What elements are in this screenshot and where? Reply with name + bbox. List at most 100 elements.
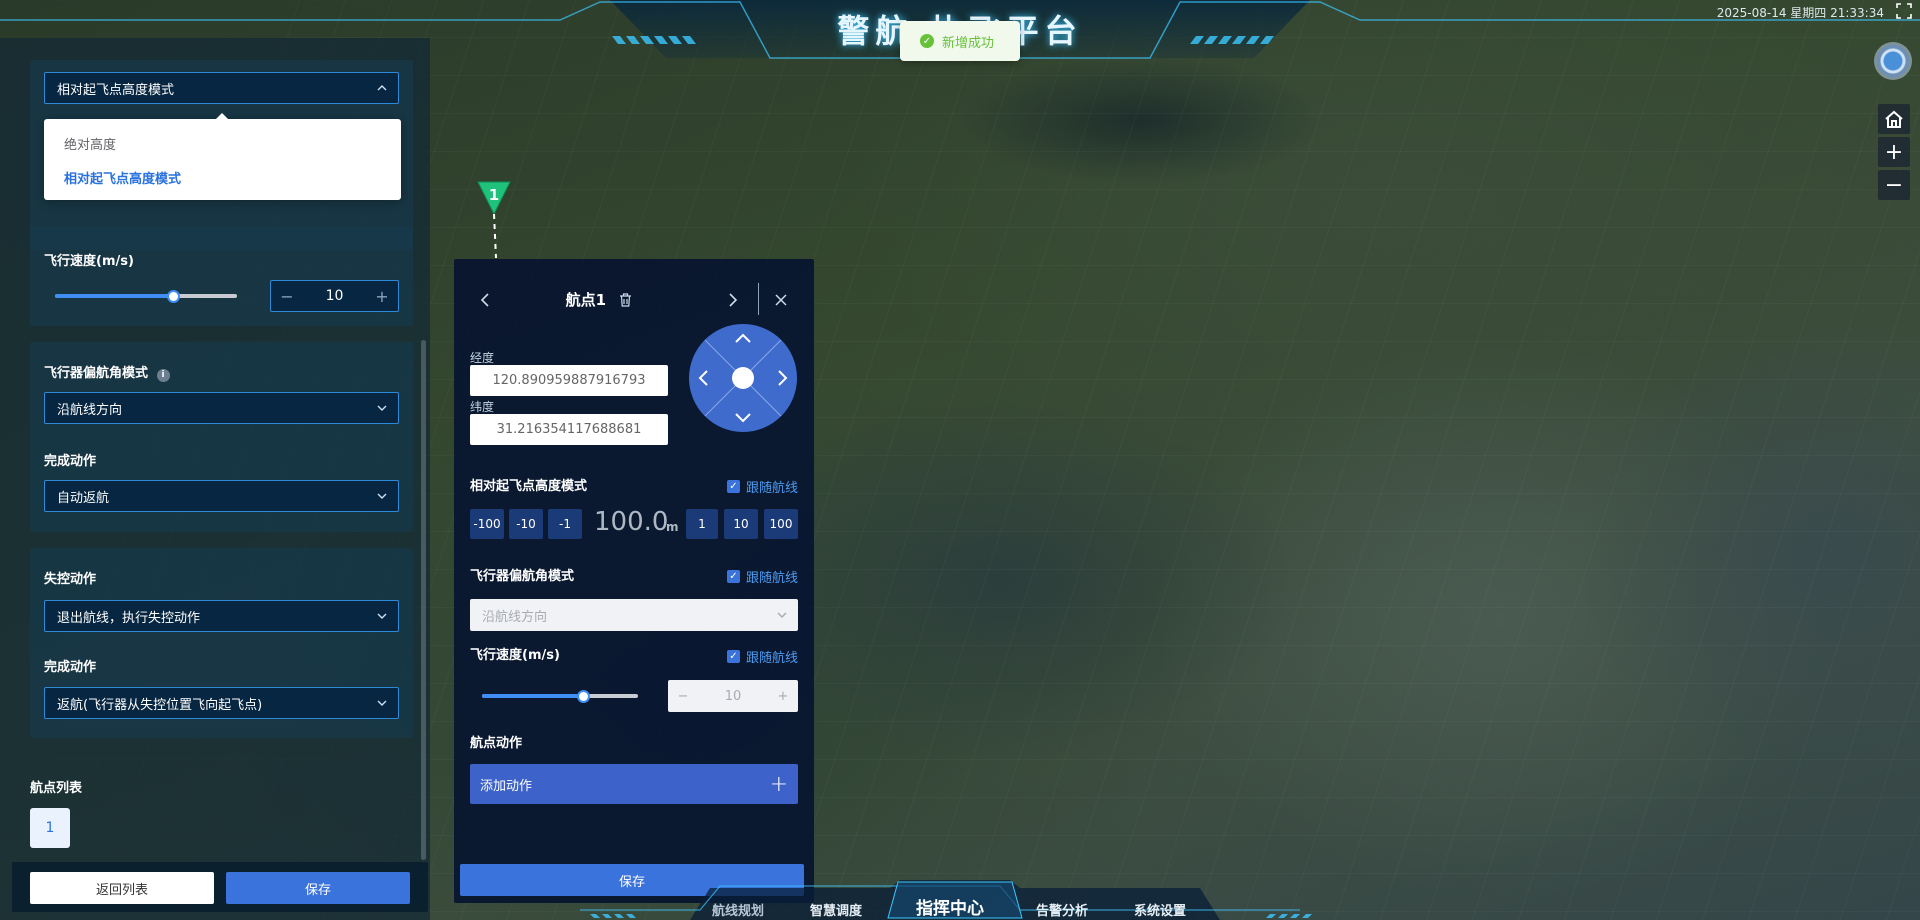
yaw-follow-route-checkbox[interactable]: ✓ 跟随航线 — [726, 567, 798, 586]
finish-action2-select[interactable]: 返航(飞行器从失控位置飞向起飞点) — [44, 687, 399, 719]
minus-icon: − — [1884, 172, 1904, 198]
finish-action-select[interactable]: 自动返航 — [44, 480, 399, 512]
direction-joystick[interactable] — [688, 323, 798, 433]
next-waypoint-icon[interactable] — [728, 293, 738, 307]
waypoint-marker[interactable]: 1 — [476, 180, 512, 260]
finish-action-label: 完成动作 — [44, 454, 97, 469]
left-panel-scrollbar[interactable] — [421, 340, 426, 860]
tab-smart-dispatch[interactable]: 智慧调度 — [810, 900, 862, 919]
yaw-mode-value: 沿航线方向 — [57, 402, 123, 418]
decrement-button[interactable]: − — [271, 287, 303, 306]
speed-stepper[interactable]: − 10 + — [270, 280, 399, 312]
checkbox-checked-icon: ✓ — [726, 570, 740, 583]
waypoint-title: 航点1 — [454, 289, 744, 310]
decrement-button[interactable]: − — [668, 689, 698, 704]
zoom-in-button[interactable]: + — [1878, 137, 1910, 167]
waypoint-chip[interactable]: 1 — [30, 808, 70, 848]
add-action-button[interactable]: 添加动作 + — [470, 764, 798, 804]
altitude-mode-select[interactable]: 相对起飞点高度模式 — [44, 72, 399, 104]
checkbox-checked-icon: ✓ — [726, 480, 740, 493]
alt-plus-10-button[interactable]: 10 — [724, 509, 758, 539]
zoom-out-button[interactable]: − — [1878, 170, 1910, 200]
increment-button[interactable]: + — [366, 287, 398, 306]
tab-route-planning[interactable]: 航线规划 — [712, 900, 764, 919]
wp-yaw-select[interactable]: 沿航线方向 — [470, 599, 798, 631]
wp-speed-label: 飞行速度(m/s) — [470, 648, 560, 663]
increment-button[interactable]: + — [768, 689, 798, 704]
waypoint-title-text: 航点1 — [565, 291, 607, 309]
alt-follow-route-checkbox[interactable]: ✓ 跟随航线 — [726, 477, 798, 496]
trash-icon[interactable] — [619, 293, 632, 307]
lost-control-section: 失控动作 退出航线，执行失控动作 完成动作 返航(飞行器从失控位置飞向起飞点) — [30, 548, 413, 738]
wp-speed-stepper[interactable]: − 10 + — [668, 680, 798, 712]
finish-action2-label: 完成动作 — [44, 660, 97, 675]
alt-minus-10-button[interactable]: -10 — [509, 509, 543, 539]
divider — [758, 283, 759, 315]
latitude-input[interactable]: 31.216354117688681 — [470, 414, 668, 445]
toast-message: 新增成功 — [942, 35, 995, 51]
info-icon[interactable]: i — [156, 369, 170, 382]
chevron-down-icon — [377, 700, 387, 706]
longitude-label: 经度 — [470, 351, 495, 365]
waypoint-action-label: 航点动作 — [470, 736, 523, 751]
chevron-down-icon — [777, 612, 787, 618]
follow-route-label: 跟随航线 — [745, 481, 798, 496]
plus-icon: + — [1884, 139, 1904, 165]
chevron-down-icon — [377, 613, 387, 619]
altitude-mode-dropdown: 绝对高度 相对起飞点高度模式 — [44, 113, 401, 200]
altitude-mode-value: 相对起飞点高度模式 — [57, 82, 175, 98]
altitude-unit: m — [666, 520, 679, 534]
home-button[interactable] — [1878, 104, 1910, 134]
finish-action-value: 自动返航 — [57, 490, 110, 506]
compass-icon[interactable] — [1874, 42, 1912, 80]
speed-slider-knob[interactable] — [167, 290, 180, 303]
wp-speed-slider-knob[interactable] — [577, 690, 590, 703]
yaw-mode-label-text: 飞行器偏航角模式 — [44, 366, 149, 381]
latitude-label: 纬度 — [470, 400, 495, 414]
yaw-mode-label: 飞行器偏航角模式 i — [44, 362, 170, 382]
datetime: 2025-08-14 星期四 21:33:34 — [1716, 6, 1884, 20]
checkbox-checked-icon: ✓ — [726, 650, 740, 663]
wp-yaw-value: 沿航线方向 — [482, 609, 548, 625]
close-icon[interactable] — [775, 294, 787, 306]
option-relative-altitude[interactable]: 相对起飞点高度模式 — [64, 168, 181, 187]
altitude-value: 100.0 — [594, 507, 669, 537]
speed-section: 飞行速度(m/s) − 10 + — [30, 226, 413, 326]
add-action-label: 添加动作 — [480, 778, 533, 794]
tab-command-center[interactable]: 指挥中心 — [916, 894, 984, 919]
alt-plus-100-button[interactable]: 100 — [764, 509, 798, 539]
yaw-section: 飞行器偏航角模式 i 沿航线方向 完成动作 自动返航 — [30, 342, 413, 532]
wp-yaw-label: 飞行器偏航角模式 — [470, 569, 575, 584]
waypoint-list-label: 航点列表 — [30, 781, 83, 796]
plus-icon: + — [769, 771, 788, 797]
waypoint-edit-panel: 航点1 经度 120.890959887916793 纬度 31.2163541… — [454, 259, 814, 903]
speed-label: 飞行速度(m/s) — [44, 254, 134, 269]
speed-slider-fill — [55, 294, 173, 298]
tab-alarm-analysis[interactable]: 告警分析 — [1036, 900, 1088, 919]
chevron-down-icon — [377, 493, 387, 499]
alt-mode-label: 相对起飞点高度模式 — [470, 479, 588, 494]
finish-action2-value: 返航(飞行器从失控位置飞向起飞点) — [57, 697, 263, 713]
alt-plus-1-button[interactable]: 1 — [686, 509, 718, 539]
fullscreen-icon[interactable] — [1896, 3, 1912, 19]
lost-control-label: 失控动作 — [44, 572, 97, 587]
lost-control-value: 退出航线，执行失控动作 — [57, 610, 201, 626]
option-absolute-altitude[interactable]: 绝对高度 — [64, 134, 116, 153]
lost-control-select[interactable]: 退出航线，执行失控动作 — [44, 600, 399, 632]
longitude-input[interactable]: 120.890959887916793 — [470, 365, 668, 396]
waypoint-marker-label: 1 — [489, 186, 499, 204]
wp-speed-slider-fill — [482, 694, 583, 698]
chevron-down-icon — [377, 405, 387, 411]
speed-value: 10 — [325, 288, 344, 304]
home-icon — [1885, 110, 1903, 128]
chevron-up-icon — [377, 85, 387, 91]
yaw-mode-select[interactable]: 沿航线方向 — [44, 392, 399, 424]
follow-route-label: 跟随航线 — [745, 651, 798, 666]
follow-route-label: 跟随航线 — [745, 571, 798, 586]
alt-minus-1-button[interactable]: -1 — [548, 509, 582, 539]
wp-speed-value: 10 — [724, 688, 742, 704]
speed-follow-route-checkbox[interactable]: ✓ 跟随航线 — [726, 647, 798, 666]
tab-system-settings[interactable]: 系统设置 — [1134, 900, 1186, 919]
alt-minus-100-button[interactable]: -100 — [470, 509, 504, 539]
check-circle-icon: ✓ — [920, 34, 934, 48]
